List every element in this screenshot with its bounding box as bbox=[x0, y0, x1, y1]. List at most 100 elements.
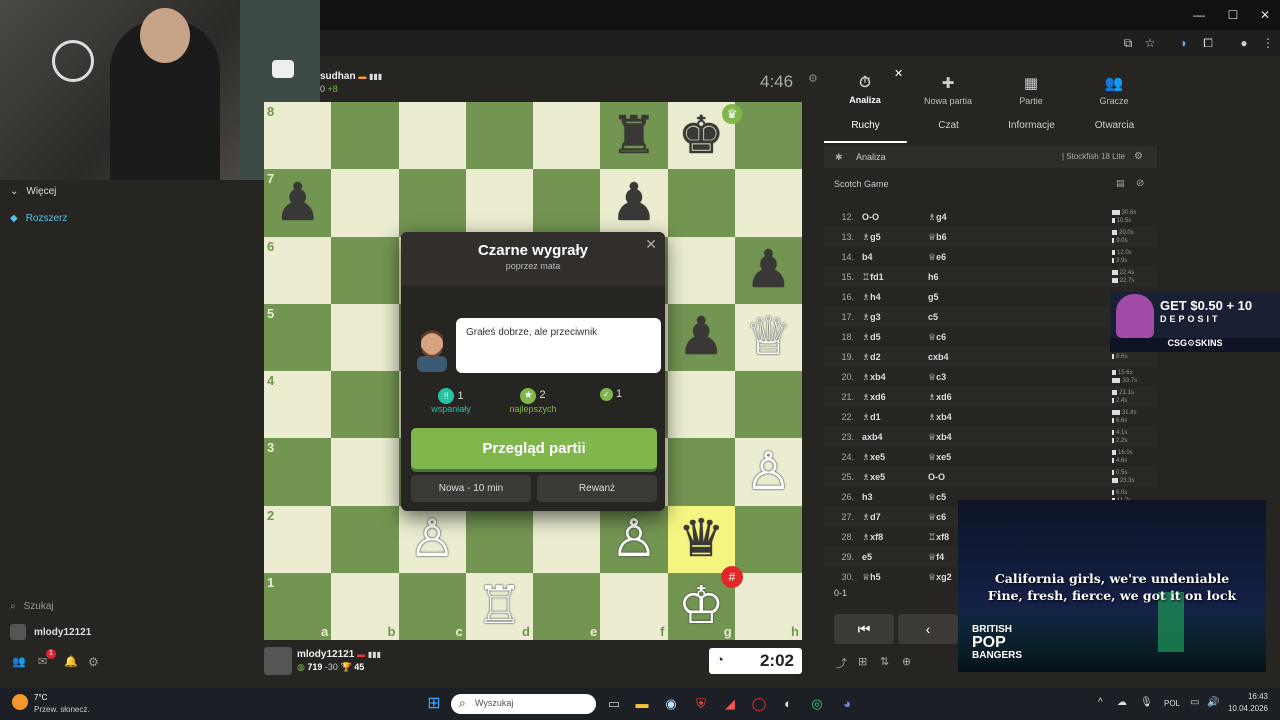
subtab-info[interactable]: Informacje bbox=[990, 120, 1073, 131]
bell-icon[interactable]: 🔔 bbox=[64, 655, 78, 668]
windows-start-icon[interactable]: ⊞ bbox=[425, 695, 443, 713]
square-b4[interactable] bbox=[331, 371, 399, 439]
square-a6[interactable]: 6 bbox=[264, 236, 332, 304]
square-a2[interactable]: 2 bbox=[264, 505, 332, 573]
bottom-player-username[interactable]: mlody12121 bbox=[297, 649, 354, 660]
white-move[interactable]: ♗d5 bbox=[862, 332, 928, 343]
square-d7[interactable] bbox=[465, 169, 533, 237]
install-icon[interactable]: ⧉ bbox=[1120, 35, 1136, 51]
previous-move-button[interactable]: ‹ bbox=[898, 614, 958, 644]
black-move[interactable]: c5 bbox=[928, 312, 1018, 322]
chess-piece-g5[interactable]: ♟ bbox=[668, 304, 735, 371]
tab-players[interactable]: 👥 Gracze bbox=[1074, 74, 1154, 106]
zoom-icon[interactable]: ⊕ bbox=[902, 655, 911, 668]
black-move[interactable]: ♗g4 bbox=[928, 212, 1018, 223]
square-a5[interactable]: 5 bbox=[264, 303, 332, 371]
square-b5[interactable] bbox=[331, 303, 399, 371]
square-g4[interactable] bbox=[667, 371, 735, 439]
bottom-player-avatar[interactable] bbox=[264, 647, 292, 675]
black-move[interactable]: g5 bbox=[928, 292, 1018, 302]
ad-banner[interactable]: GET $0.50 + 10 DEPOSIT CSG⚙SKINS bbox=[1110, 292, 1280, 352]
cloud-icon[interactable]: ☁ bbox=[1117, 697, 1127, 708]
black-move[interactable]: ♕e6 bbox=[928, 252, 1018, 263]
task-view-icon[interactable]: ▭ bbox=[605, 695, 623, 713]
square-h3[interactable]: ♙ bbox=[734, 438, 802, 506]
game-review-button[interactable]: Przegląd partii bbox=[411, 428, 657, 469]
square-b8[interactable] bbox=[331, 102, 399, 170]
chess-piece-h6[interactable]: ♟ bbox=[735, 237, 802, 304]
chess-piece-f7[interactable]: ♟ bbox=[600, 169, 667, 236]
browser-menu-icon[interactable]: ⋮ bbox=[1260, 35, 1276, 51]
opera-icon[interactable]: ◯ bbox=[750, 695, 768, 713]
app-icon-2[interactable]: ◐ bbox=[779, 695, 797, 713]
square-c7[interactable] bbox=[398, 169, 466, 237]
black-move[interactable]: ♕c3 bbox=[928, 372, 1018, 383]
square-h2[interactable] bbox=[734, 505, 802, 573]
chess-piece-h3[interactable]: ♙ bbox=[735, 438, 802, 505]
chess-piece-g2[interactable]: ♛ bbox=[668, 506, 735, 573]
minimize-button[interactable]: — bbox=[1190, 6, 1208, 24]
modal-close-icon[interactable]: ✕ bbox=[645, 236, 657, 253]
chrome-icon[interactable]: ◎ bbox=[808, 695, 826, 713]
board-settings-gear-icon[interactable]: ⚙ bbox=[808, 72, 818, 85]
square-d2[interactable] bbox=[465, 505, 533, 573]
sidebar-item-extend[interactable]: ◆ Rozszerz bbox=[10, 208, 67, 228]
square-h5[interactable]: ♕ bbox=[734, 303, 802, 371]
clock-history-icon[interactable]: ⊘ bbox=[1136, 178, 1144, 189]
profile-icon[interactable]: ● bbox=[1236, 35, 1252, 51]
square-g7[interactable] bbox=[667, 169, 735, 237]
chess-piece-f8[interactable]: ♜ bbox=[600, 102, 667, 169]
extensions-puzzle-icon[interactable]: ⧠ bbox=[1200, 35, 1216, 51]
volume-icon[interactable]: 🔊 bbox=[1207, 697, 1219, 708]
square-g6[interactable] bbox=[667, 236, 735, 304]
friends-icon[interactable]: 👥 bbox=[12, 655, 26, 668]
square-b1[interactable]: b bbox=[331, 572, 399, 640]
bottom-player-name[interactable]: mlody12121 ▬ ▮▮▮ bbox=[297, 649, 381, 660]
microphone-icon[interactable]: 🎙 bbox=[1140, 697, 1153, 708]
chess-piece-d1[interactable]: ♖ bbox=[466, 573, 533, 640]
white-move[interactable]: O-O bbox=[862, 212, 928, 222]
black-move[interactable]: ♕b6 bbox=[928, 232, 1018, 243]
chess-piece-c2[interactable]: ♙ bbox=[399, 506, 466, 573]
square-f7[interactable]: ♟ bbox=[600, 169, 668, 237]
square-h6[interactable]: ♟ bbox=[734, 236, 802, 304]
square-a4[interactable]: 4 bbox=[264, 371, 332, 439]
chess-piece-f2[interactable]: ♙ bbox=[600, 506, 667, 573]
network-icon[interactable]: ▭ bbox=[1190, 697, 1199, 708]
new-game-button[interactable]: Nowa - 10 min bbox=[411, 475, 531, 502]
tab-games[interactable]: ▦ Partie bbox=[991, 74, 1071, 106]
black-move[interactable]: O-O bbox=[928, 472, 1018, 482]
square-b7[interactable] bbox=[331, 169, 399, 237]
flip-board-icon[interactable]: ⇅ bbox=[880, 655, 889, 668]
engine-settings-gear-icon[interactable]: ⚙ bbox=[1134, 151, 1143, 162]
close-panel-icon[interactable]: ✕ bbox=[894, 67, 903, 80]
sidebar-item-more[interactable]: ⌄ Więcej bbox=[10, 181, 56, 201]
square-h7[interactable] bbox=[734, 169, 802, 237]
book-icon[interactable]: ▤ bbox=[1116, 178, 1125, 189]
black-move[interactable]: cxb4 bbox=[928, 352, 1018, 362]
sidebar-profile[interactable]: mlody12121 bbox=[10, 622, 91, 642]
white-move[interactable]: ♗xb4 bbox=[862, 372, 928, 383]
chess-piece-a7[interactable]: ♟ bbox=[264, 169, 331, 236]
analysis-board-icon[interactable]: ⊞ bbox=[858, 655, 867, 668]
white-move[interactable]: ♖fd1 bbox=[862, 272, 928, 283]
square-g2[interactable]: ♛ bbox=[667, 505, 735, 573]
square-e1[interactable]: e bbox=[533, 572, 601, 640]
white-move[interactable]: ♕h5 bbox=[862, 572, 928, 583]
square-a8[interactable]: 8 bbox=[264, 102, 332, 170]
square-b2[interactable] bbox=[331, 505, 399, 573]
sidebar-search[interactable]: ⌕ Szukaj bbox=[10, 596, 54, 616]
square-h1[interactable]: h bbox=[734, 572, 802, 640]
analysis-toggle-icon[interactable]: ✱ bbox=[835, 152, 843, 163]
extension-icon[interactable]: ◗ bbox=[1176, 35, 1192, 51]
share-icon[interactable]: ⤴ bbox=[836, 655, 847, 671]
square-c1[interactable]: c bbox=[398, 572, 466, 640]
clock-time[interactable]: 16:43 bbox=[1226, 692, 1268, 701]
square-d8[interactable] bbox=[465, 102, 533, 170]
square-g3[interactable] bbox=[667, 438, 735, 506]
rematch-button[interactable]: Rewanż bbox=[537, 475, 657, 502]
square-e2[interactable] bbox=[533, 505, 601, 573]
black-move[interactable]: ♕c6 bbox=[928, 332, 1018, 343]
square-g5[interactable]: ♟ bbox=[667, 303, 735, 371]
white-move[interactable]: ♗xf8 bbox=[862, 532, 928, 543]
